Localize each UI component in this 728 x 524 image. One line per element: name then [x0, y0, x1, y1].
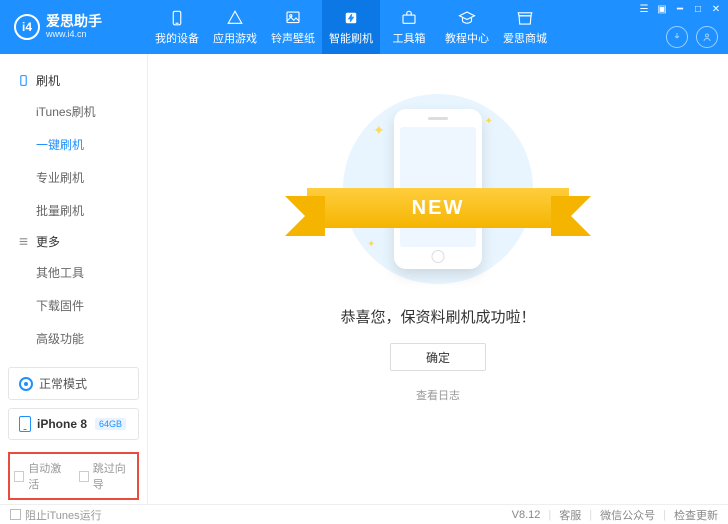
nav-my-devices[interactable]: 我的设备 — [148, 0, 206, 54]
sidebar-item-other-tools[interactable]: 其他工具 — [12, 256, 135, 289]
block-itunes-checkbox[interactable]: 阻止iTunes运行 — [10, 507, 102, 523]
highlighted-options: 自动激活 跳过向导 — [8, 452, 139, 500]
ok-button[interactable]: 确定 — [390, 343, 486, 371]
nav-apps-games[interactable]: 应用游戏 — [206, 0, 264, 54]
device-name: iPhone 8 — [37, 417, 87, 431]
download-icon[interactable] — [666, 26, 688, 48]
phone-outline-icon — [19, 416, 31, 432]
mode-indicator-icon — [19, 377, 33, 391]
success-message: 恭喜您，保资料刷机成功啦！ — [340, 306, 535, 327]
status-bar: 阻止iTunes运行 V8.12 | 客服 | 微信公众号 | 检查更新 — [0, 504, 728, 524]
sidebar-item-advanced[interactable]: 高级功能 — [12, 322, 135, 355]
settings-icon[interactable]: ☰ — [636, 2, 652, 16]
sparkle-icon: ✦ — [367, 239, 375, 250]
sidebar-item-download-firmware[interactable]: 下载固件 — [12, 289, 135, 322]
nav-smart-flash[interactable]: 智能刷机 — [322, 0, 380, 54]
toolbox-icon — [400, 9, 418, 27]
success-illustration: ✦ ✦ ✦ NEW — [343, 94, 533, 284]
device-mode[interactable]: 正常模式 — [8, 367, 139, 400]
main-content: ✦ ✦ ✦ NEW 恭喜您，保资料刷机成功啦！ 确定 查看日志 — [148, 54, 728, 504]
pin-icon[interactable]: ▣ — [654, 2, 670, 16]
nav-store[interactable]: 爱思商城 — [496, 0, 554, 54]
list-icon — [16, 235, 30, 249]
brand-title: 爱思助手 — [46, 14, 102, 29]
store-icon — [516, 9, 534, 27]
storage-badge: 64GB — [95, 418, 126, 430]
user-icon[interactable] — [696, 26, 718, 48]
sidebar-item-pro-flash[interactable]: 专业刷机 — [12, 161, 135, 194]
graduation-icon — [458, 9, 476, 27]
sidebar: 刷机 iTunes刷机 一键刷机 专业刷机 批量刷机 更多 其他工具 下载固件 … — [0, 54, 148, 504]
brand-area: i4 爱思助手 www.i4.cn — [0, 0, 148, 54]
version-label: V8.12 — [512, 509, 541, 521]
view-log-link[interactable]: 查看日志 — [416, 387, 460, 403]
new-ribbon: NEW — [307, 188, 569, 228]
auto-activate-checkbox[interactable]: 自动激活 — [14, 460, 69, 492]
nav-tutorials[interactable]: 教程中心 — [438, 0, 496, 54]
minimize-button[interactable]: ━ — [672, 2, 688, 16]
check-update-link[interactable]: 检查更新 — [674, 507, 718, 523]
nav-ringtones[interactable]: 铃声壁纸 — [264, 0, 322, 54]
sidebar-section-flash[interactable]: 刷机 — [12, 66, 135, 95]
device-icon — [168, 9, 186, 27]
close-button[interactable]: ✕ — [708, 2, 724, 16]
sidebar-item-onekey-flash[interactable]: 一键刷机 — [12, 128, 135, 161]
apps-icon — [226, 9, 244, 27]
brand-url: www.i4.cn — [46, 30, 102, 40]
window-controls: ☰ ▣ ━ □ ✕ — [636, 2, 724, 16]
image-icon — [284, 9, 302, 27]
nav-toolbox[interactable]: 工具箱 — [380, 0, 438, 54]
flash-icon — [342, 9, 360, 27]
phone-icon — [16, 74, 30, 88]
maximize-button[interactable]: □ — [690, 2, 706, 16]
sparkle-icon: ✦ — [373, 122, 385, 139]
sidebar-section-more[interactable]: 更多 — [12, 227, 135, 256]
header-actions — [666, 26, 718, 48]
sidebar-item-batch-flash[interactable]: 批量刷机 — [12, 194, 135, 227]
logo-icon: i4 — [14, 14, 40, 40]
device-info[interactable]: iPhone 8 64GB — [8, 408, 139, 440]
app-header: i4 爱思助手 www.i4.cn 我的设备 应用游戏 铃声壁纸 智能刷机 工具… — [0, 0, 728, 54]
sidebar-item-itunes-flash[interactable]: iTunes刷机 — [12, 95, 135, 128]
support-link[interactable]: 客服 — [559, 507, 581, 523]
sparkle-icon: ✦ — [485, 116, 493, 127]
skip-guide-checkbox[interactable]: 跳过向导 — [79, 460, 134, 492]
wechat-link[interactable]: 微信公众号 — [600, 507, 655, 523]
